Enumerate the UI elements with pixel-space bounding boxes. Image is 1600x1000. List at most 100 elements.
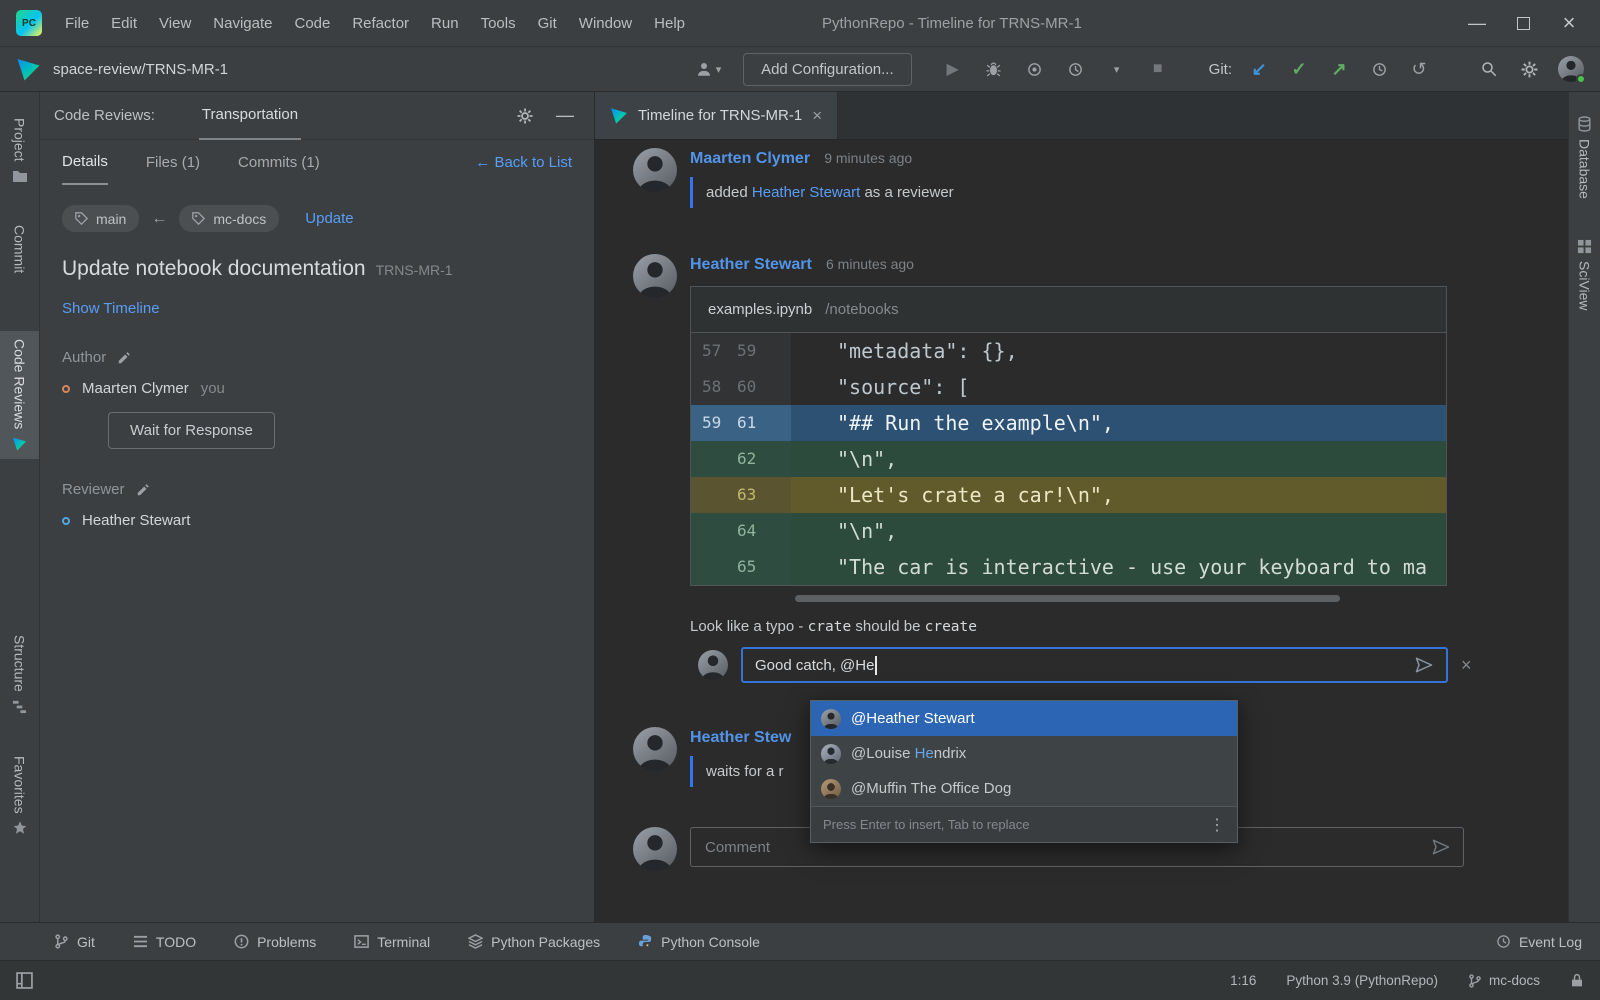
run-options-caret-icon[interactable]: ▾: [1102, 54, 1132, 84]
reviewer-name-link[interactable]: Heather Stewart: [752, 184, 860, 201]
menu-git[interactable]: Git: [527, 7, 568, 39]
main-toolbar: space-review/TRNS-MR-1 ▾ Add Configurati…: [0, 46, 1600, 92]
code-line-selected[interactable]: 5961 "## Run the example\n",: [691, 405, 1446, 441]
left-tool-strip: Project Commit Code Reviews Structure Fa…: [0, 92, 40, 922]
git-update-icon[interactable]: ↙: [1244, 54, 1274, 84]
tool-button-database-label: Database: [1577, 139, 1593, 199]
tool-button-database[interactable]: Database: [1569, 108, 1600, 207]
code-line-highlighted[interactable]: 63 "Let's crate a car!\n",: [691, 477, 1446, 513]
tool-button-todo[interactable]: TODO: [133, 934, 196, 950]
git-push-icon[interactable]: ↗: [1324, 54, 1354, 84]
tool-button-terminal[interactable]: Terminal: [354, 934, 430, 950]
git-history-icon[interactable]: [1364, 54, 1394, 84]
maximize-button[interactable]: [1500, 7, 1546, 39]
edit-pencil-icon[interactable]: [136, 483, 150, 497]
git-commit-icon[interactable]: ✓: [1284, 54, 1314, 84]
tab-files[interactable]: Files (1): [146, 140, 200, 185]
tool-button-structure[interactable]: Structure: [0, 627, 39, 722]
horizontal-scrollbar[interactable]: [795, 595, 1340, 602]
python-interpreter[interactable]: Python 3.9 (PythonRepo): [1286, 973, 1438, 988]
code-line-added[interactable]: 62 "\n",: [691, 441, 1446, 477]
coverage-icon[interactable]: [1020, 54, 1050, 84]
send-reply-icon[interactable]: [1414, 655, 1434, 675]
menu-tools[interactable]: Tools: [470, 7, 527, 39]
menu-run[interactable]: Run: [420, 7, 470, 39]
update-branch-link[interactable]: Update: [305, 210, 353, 227]
tool-window-bar: Git TODO Problems Terminal Python Packag…: [0, 922, 1600, 960]
menu-view[interactable]: View: [148, 7, 202, 39]
code-line-added[interactable]: 65 "The car is interactive - use your ke…: [691, 549, 1446, 585]
tool-button-problems[interactable]: Problems: [234, 934, 316, 950]
tool-window-layout-icon[interactable]: [16, 972, 33, 989]
minimize-button[interactable]: —: [1454, 7, 1500, 39]
stop-icon[interactable]: ■: [1143, 54, 1173, 84]
git-rollback-icon[interactable]: ↺: [1404, 54, 1434, 84]
mention-item-muffin[interactable]: @Muffin The Office Dog: [811, 771, 1237, 806]
menu-edit[interactable]: Edit: [100, 7, 148, 39]
menu-window[interactable]: Window: [568, 7, 643, 39]
menu-code[interactable]: Code: [283, 7, 341, 39]
code-line[interactable]: 5759 "metadata": {},: [691, 333, 1446, 369]
settings-gear-icon[interactable]: [1514, 54, 1544, 84]
send-comment-icon[interactable]: [1431, 837, 1451, 857]
branch-chip-main[interactable]: main: [62, 205, 139, 232]
mention-item-louise[interactable]: @Louise Hendrix: [811, 736, 1237, 771]
tool-button-python-console[interactable]: Python Console: [638, 934, 760, 950]
close-button[interactable]: ×: [1546, 7, 1592, 39]
branch-chip-mc-docs[interactable]: mc-docs: [179, 205, 279, 232]
code-line-added[interactable]: 64 "\n",: [691, 513, 1446, 549]
panel-gear-icon[interactable]: [516, 107, 534, 125]
snippet-file-path: /notebooks: [825, 301, 898, 318]
menu-help[interactable]: Help: [643, 7, 696, 39]
debug-icon[interactable]: [979, 54, 1009, 84]
cancel-reply-icon[interactable]: ×: [1461, 655, 1472, 676]
user-icon: [695, 60, 713, 78]
collaborators-dropdown[interactable]: ▾: [693, 54, 723, 84]
add-configuration-button[interactable]: Add Configuration...: [743, 53, 912, 86]
lock-icon[interactable]: [1570, 973, 1584, 988]
snippet-file-name[interactable]: examples.ipynb: [708, 301, 812, 318]
tool-button-sciview[interactable]: SciView: [1569, 231, 1600, 319]
code-snippet-block: examples.ipynb /notebooks 5759 "metadata…: [690, 286, 1447, 586]
caret-position[interactable]: 1:16: [1230, 973, 1256, 988]
tab-close-icon[interactable]: ×: [812, 106, 822, 126]
git-branch-widget[interactable]: mc-docs: [1468, 973, 1540, 988]
more-options-icon[interactable]: ⋮: [1209, 815, 1225, 835]
editor-tab-timeline[interactable]: Timeline for TRNS-MR-1 ×: [595, 92, 838, 139]
menu-file[interactable]: File: [54, 7, 100, 39]
menu-bar: PC File Edit View Navigate Code Refactor…: [0, 0, 1600, 46]
tab-details[interactable]: Details: [62, 140, 108, 185]
show-timeline-link[interactable]: Show Timeline: [62, 300, 572, 317]
code-reviews-panel: Code Reviews: Transportation — Details F…: [40, 92, 595, 922]
edit-pencil-icon[interactable]: [117, 351, 131, 365]
packages-icon: [468, 934, 483, 949]
reply-input[interactable]: Good catch, @He: [741, 647, 1448, 683]
run-icon[interactable]: ▶: [938, 54, 968, 84]
tool-button-sciview-label: SciView: [1577, 261, 1593, 311]
tool-button-project-label: Project: [12, 118, 28, 162]
wait-for-response-button[interactable]: Wait for Response: [108, 412, 275, 449]
entry-author-link[interactable]: Heather Stewart: [690, 256, 812, 273]
profiler-icon[interactable]: [1061, 54, 1091, 84]
entry-author-link[interactable]: Maarten Clymer: [690, 150, 810, 167]
hide-panel-icon[interactable]: —: [556, 105, 574, 126]
tool-button-project[interactable]: Project: [0, 110, 39, 191]
tool-button-commit[interactable]: Commit: [0, 217, 39, 281]
space-instance-tab[interactable]: Transportation: [199, 92, 301, 140]
mention-item-heather[interactable]: @Heather Stewart: [811, 701, 1237, 736]
back-to-list-link[interactable]: ← Back to List: [475, 154, 572, 171]
search-everywhere-icon[interactable]: [1474, 54, 1504, 84]
entry-timestamp: 6 minutes ago: [826, 256, 914, 272]
event-log-button[interactable]: Event Log: [1496, 934, 1582, 950]
menu-refactor[interactable]: Refactor: [341, 7, 420, 39]
code-line[interactable]: 5860 "source": [: [691, 369, 1446, 405]
tool-button-favorites[interactable]: Favorites: [0, 748, 39, 844]
user-avatar[interactable]: [1558, 56, 1584, 82]
tool-button-python-packages[interactable]: Python Packages: [468, 934, 600, 950]
menu-navigate[interactable]: Navigate: [202, 7, 283, 39]
entry-author-link[interactable]: Heather Stew: [690, 729, 791, 746]
tool-button-code-reviews[interactable]: Code Reviews: [0, 331, 39, 459]
tab-commits[interactable]: Commits (1): [238, 140, 320, 185]
window-title: PythonRepo - Timeline for TRNS-MR-1: [822, 15, 1082, 32]
tool-button-git[interactable]: Git: [54, 934, 95, 950]
